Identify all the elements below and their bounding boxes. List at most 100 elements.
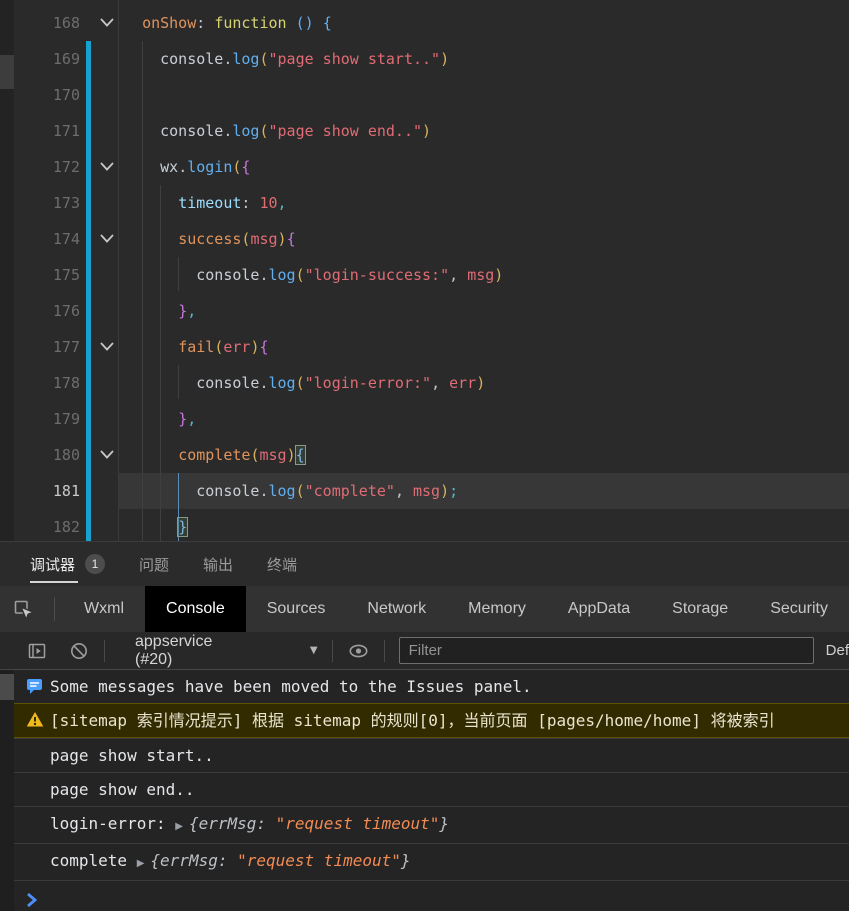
code-line: console.log("login-error:", err) bbox=[196, 374, 486, 392]
active-tab-underline bbox=[30, 581, 78, 583]
gutter-divider bbox=[118, 0, 119, 541]
line-number: 175 bbox=[52, 266, 80, 284]
console-sidebar-icon bbox=[28, 643, 46, 658]
line-number: 172 bbox=[52, 158, 80, 176]
tab-debugger[interactable]: 调试器 1 bbox=[30, 542, 106, 586]
console-warning-message: [sitemap 索引情况提示] 根据 sitemap 的规则[0]，当前页面 … bbox=[14, 703, 849, 738]
tab-problems[interactable]: 问题 bbox=[139, 542, 169, 586]
line-number: 173 bbox=[52, 194, 80, 212]
console-object-message: complete ▶ {errMsg: "request timeout"} bbox=[14, 843, 849, 880]
expand-triangle-icon[interactable]: ▶ bbox=[137, 858, 145, 869]
code-fold-column bbox=[96, 5, 118, 545]
fold-chevron-icon[interactable] bbox=[96, 221, 118, 257]
clear-console-button[interactable] bbox=[68, 640, 90, 662]
fold-chevron-icon[interactable] bbox=[96, 5, 118, 41]
expand-triangle-icon[interactable]: ▶ bbox=[175, 821, 183, 832]
line-number: 177 bbox=[52, 338, 80, 356]
inspect-element-button[interactable] bbox=[0, 598, 46, 620]
toolbar-separator bbox=[331, 639, 333, 662]
inspect-cursor-icon bbox=[14, 600, 35, 620]
console-log-message: page show start.. bbox=[14, 738, 849, 772]
tab-terminal[interactable]: 终端 bbox=[267, 542, 297, 586]
devtools-tab-memory[interactable]: Memory bbox=[447, 586, 547, 632]
tab-debugger-label: 调试器 bbox=[30, 556, 76, 574]
devtools-tab-sources[interactable]: Sources bbox=[246, 586, 347, 632]
devtools-tab-network[interactable]: Network bbox=[346, 586, 447, 632]
debugger-count-badge: 1 bbox=[85, 554, 106, 574]
console-object-message: login-error: ▶ {errMsg: "request timeout"… bbox=[14, 806, 849, 843]
live-expression-button[interactable] bbox=[347, 640, 370, 662]
line-number: 181 bbox=[52, 482, 80, 500]
line-number: 180 bbox=[52, 446, 80, 464]
scrollbar-thumb[interactable] bbox=[0, 674, 14, 700]
devtools-tab-security[interactable]: Security bbox=[749, 586, 849, 632]
console-left-strip bbox=[0, 670, 14, 911]
line-number: 182 bbox=[52, 518, 80, 536]
console-toolbar: appservice (#20) ▼ Def bbox=[0, 632, 849, 670]
tab-output[interactable]: 输出 bbox=[203, 542, 233, 586]
code-content[interactable]: onShow: function () { console.log("page … bbox=[124, 5, 849, 545]
clear-console-icon bbox=[71, 642, 87, 659]
devtools-tab-wxml[interactable]: Wxml bbox=[63, 586, 145, 632]
line-number-gutter: 168 169 170 171 172 173 174 175 176 177 178 179 180 1… bbox=[14, 5, 80, 545]
code-line: } bbox=[177, 517, 189, 537]
eye-icon bbox=[349, 644, 368, 657]
log-levels-dropdown[interactable]: Def bbox=[826, 642, 849, 659]
toolbar-separator bbox=[383, 639, 385, 662]
devtools-tab-appdata[interactable]: AppData bbox=[547, 586, 651, 632]
execution-context-selector[interactable]: appservice (#20) bbox=[135, 633, 254, 669]
warning-triangle-icon[interactable] bbox=[26, 711, 44, 733]
line-number: 168 bbox=[52, 14, 80, 32]
fold-chevron-icon[interactable] bbox=[96, 329, 118, 365]
toolbar-separator bbox=[54, 597, 56, 621]
line-number: 178 bbox=[52, 374, 80, 392]
console-info-message: Some messages have been moved to the Iss… bbox=[14, 670, 849, 703]
code-line: }, bbox=[178, 302, 197, 320]
code-line: }, bbox=[178, 410, 197, 428]
code-line: console.log("complete", msg); bbox=[196, 482, 459, 500]
prompt-chevron-icon bbox=[27, 892, 38, 908]
wechat-devtools-window: 168 169 170 171 172 173 174 175 176 177 178 179 180 1… bbox=[0, 0, 849, 911]
fold-chevron-icon[interactable] bbox=[96, 437, 118, 473]
line-number: 170 bbox=[52, 86, 80, 104]
scrollbar-thumb[interactable] bbox=[0, 55, 14, 89]
code-line: console.log("login-success:", msg) bbox=[196, 266, 504, 284]
editor-left-strip bbox=[0, 0, 14, 541]
console-filter-input[interactable] bbox=[398, 637, 814, 664]
fold-chevron-icon[interactable] bbox=[96, 149, 118, 185]
line-number: 169 bbox=[52, 50, 80, 68]
devtools-tab-console[interactable]: Console bbox=[145, 586, 246, 632]
line-number: 179 bbox=[52, 410, 80, 428]
console-output[interactable]: Some messages have been moved to the Iss… bbox=[14, 670, 849, 911]
code-line: fail(err){ bbox=[178, 338, 269, 356]
line-number: 176 bbox=[52, 302, 80, 320]
modified-lines-indicator bbox=[86, 41, 91, 541]
console-log-message: page show end.. bbox=[14, 772, 849, 806]
code-line: onShow: function () { bbox=[142, 14, 332, 32]
code-line: console.log("page show end..") bbox=[160, 122, 432, 140]
debug-panel-tabbar: 调试器 1 问题 输出 终端 bbox=[0, 541, 849, 586]
line-number: 174 bbox=[52, 230, 80, 248]
code-line: console.log("page show start..") bbox=[160, 50, 450, 68]
code-line: timeout: 10, bbox=[178, 194, 287, 212]
code-line: complete(msg){ bbox=[178, 445, 306, 465]
code-line: success(msg){ bbox=[178, 230, 296, 248]
console-sidebar-toggle[interactable] bbox=[26, 640, 48, 662]
code-editor[interactable]: 168 169 170 171 172 173 174 175 176 177 178 179 180 1… bbox=[14, 0, 849, 541]
line-number: 171 bbox=[52, 122, 80, 140]
console-prompt[interactable] bbox=[14, 880, 849, 910]
devtools-tabbar: Wxml Console Sources Network Memory AppD… bbox=[0, 586, 849, 632]
devtools-tab-storage[interactable]: Storage bbox=[651, 586, 749, 632]
chevron-down-icon[interactable]: ▼ bbox=[310, 645, 318, 656]
issues-bubble-icon[interactable] bbox=[26, 677, 43, 700]
